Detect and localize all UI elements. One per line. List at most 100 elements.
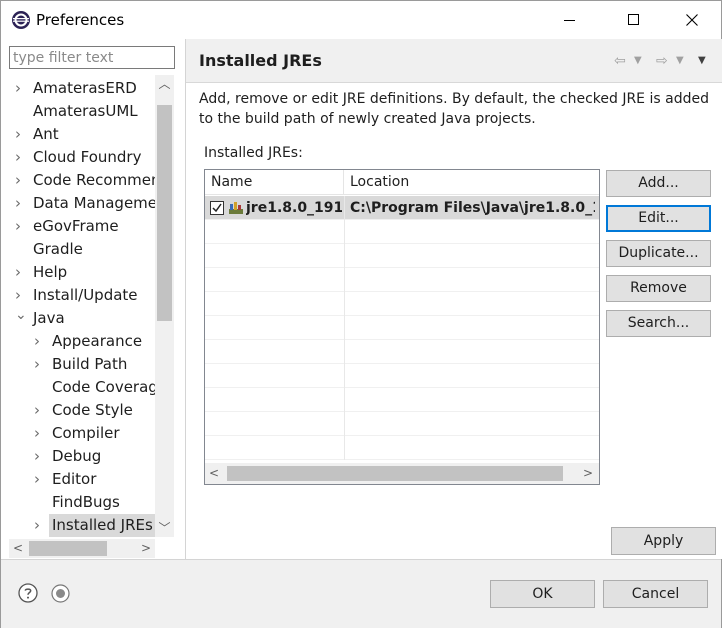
tree-item[interactable]: › AmaterasERD	[9, 77, 155, 100]
tree-item-label: eGovFrame	[33, 217, 119, 235]
column-separator	[344, 220, 345, 244]
tree-item-label: AmaterasERD	[33, 79, 137, 97]
search-button[interactable]: Search...	[606, 310, 711, 337]
tree-horizontal-scrollbar[interactable]: < >	[9, 539, 155, 558]
column-separator	[344, 196, 345, 220]
tree-item[interactable]: AmaterasUML	[9, 100, 155, 123]
table-horizontal-scrollbar[interactable]: < >	[205, 463, 599, 484]
tree-item[interactable]: Gradle	[9, 238, 155, 261]
jre-library-icon	[229, 202, 243, 214]
tree-item-label: AmaterasUML	[33, 102, 138, 120]
installed-jres-page: Installed JREs ⇦ ▼ ⇨ ▼ ▼ Add, remove or …	[186, 39, 722, 559]
table-row[interactable]: jre1.8.0_191 (default) C:\Program Files\…	[205, 196, 599, 220]
scroll-thumb[interactable]	[29, 541, 107, 556]
chevron-right-icon[interactable]: ›	[34, 468, 46, 491]
column-header-location[interactable]: Location	[344, 170, 599, 195]
edit-button[interactable]: Edit...	[606, 205, 711, 232]
chevron-right-icon[interactable]: ›	[15, 284, 27, 307]
tree-item-label: Cloud Foundry	[33, 148, 142, 166]
back-dropdown-icon[interactable]: ▼	[634, 51, 642, 71]
chevron-right-icon[interactable]: ›	[34, 514, 46, 537]
forward-arrow-icon[interactable]: ⇨	[656, 51, 668, 71]
chevron-right-icon[interactable]: ›	[15, 215, 27, 238]
back-arrow-icon[interactable]: ⇦	[614, 51, 626, 71]
preferences-tree-pane: › AmaterasERD AmaterasUML › Ant › Cloud Foundr…	[1, 39, 185, 559]
tree-item[interactable]: Code Coverage	[9, 376, 155, 399]
tree-item[interactable]: › Compiler	[9, 422, 155, 445]
scroll-right-arrow-icon[interactable]: >	[579, 463, 597, 484]
tree-item[interactable]: › Help	[9, 261, 155, 284]
tree-item[interactable]: › Installed JREs	[9, 514, 155, 537]
tree-item[interactable]: › eGovFrame	[9, 215, 155, 238]
tree-item[interactable]: › Build Path	[9, 353, 155, 376]
tree-item[interactable]: › Editor	[9, 468, 155, 491]
chevron-right-icon[interactable]: ›	[15, 261, 27, 284]
tree-item[interactable]: › Ant	[9, 123, 155, 146]
tree-item[interactable]: › Install/Update	[9, 284, 155, 307]
column-separator	[344, 244, 345, 268]
tree-item[interactable]: FindBugs	[9, 491, 155, 514]
jre-name-cell: jre1.8.0_191 (default)	[246, 200, 342, 216]
add-button[interactable]: Add...	[606, 170, 711, 197]
chevron-right-icon[interactable]: ›	[34, 330, 46, 353]
cancel-button[interactable]: Cancel	[603, 580, 708, 608]
tips-icon[interactable]	[51, 584, 70, 603]
tree-item-label: Ant	[33, 125, 59, 143]
apply-button[interactable]: Apply	[611, 527, 716, 555]
chevron-right-icon[interactable]: ›	[34, 445, 46, 468]
tree-item-label: FindBugs	[52, 493, 120, 511]
tree-item[interactable]: › Debug	[9, 445, 155, 468]
history-navigation: ⇦ ▼ ⇨ ▼ ▼	[610, 51, 718, 71]
table-header: Name Location	[205, 170, 599, 195]
tree-item[interactable]: › Code Recommenders	[9, 169, 155, 192]
view-menu-icon[interactable]: ▼	[698, 51, 706, 71]
maximize-icon	[628, 14, 639, 25]
scroll-left-arrow-icon[interactable]: <	[205, 463, 223, 484]
scroll-right-arrow-icon[interactable]: >	[137, 539, 155, 558]
tree-item[interactable]: › Code Style	[9, 399, 155, 422]
chevron-right-icon[interactable]: ›	[34, 399, 46, 422]
minimize-button[interactable]	[547, 1, 593, 39]
maximize-button[interactable]	[611, 1, 657, 39]
duplicate-button[interactable]: Duplicate...	[606, 240, 711, 267]
tree-item[interactable]: › Appearance	[9, 330, 155, 353]
scroll-thumb[interactable]	[227, 466, 563, 481]
default-jre-checkbox[interactable]	[210, 201, 224, 215]
tree-item[interactable]: › Data Management	[9, 192, 155, 215]
tree-item-label: Help	[33, 263, 68, 281]
tree-item-label: Code Recommenders	[33, 171, 155, 189]
forward-dropdown-icon[interactable]: ▼	[676, 51, 684, 71]
table-row-empty	[205, 220, 599, 244]
chevron-right-icon[interactable]: ›	[15, 192, 27, 215]
column-header-name[interactable]: Name	[205, 170, 344, 195]
scroll-up-arrow-icon[interactable]: ︿	[155, 75, 174, 93]
chevron-right-icon[interactable]: ›	[15, 146, 27, 169]
filter-input[interactable]	[9, 46, 175, 69]
table-row-empty	[205, 316, 599, 340]
table-row-empty	[205, 292, 599, 316]
ok-button[interactable]: OK	[490, 580, 595, 608]
scroll-down-arrow-icon[interactable]: ﹀	[155, 519, 174, 537]
chevron-right-icon[interactable]: ›	[15, 123, 27, 146]
tree-vertical-scrollbar[interactable]: ︿ ﹀	[155, 75, 174, 537]
table-row-empty	[205, 364, 599, 388]
chevron-right-icon[interactable]: ›	[15, 169, 27, 192]
close-icon	[686, 14, 698, 26]
column-separator	[344, 436, 345, 460]
column-separator	[344, 388, 345, 412]
close-button[interactable]	[669, 1, 715, 39]
scroll-left-arrow-icon[interactable]: <	[9, 539, 27, 558]
help-icon[interactable]	[18, 583, 38, 603]
chevron-right-icon[interactable]: ›	[34, 353, 46, 376]
tree-item-label: Java	[33, 309, 65, 327]
tree-item[interactable]: ⌄ Java	[9, 307, 155, 330]
tree-item[interactable]: › Cloud Foundry	[9, 146, 155, 169]
table-row-empty	[205, 340, 599, 364]
tree-item-label: Compiler	[52, 424, 120, 442]
column-separator	[344, 268, 345, 292]
chevron-right-icon[interactable]: ›	[15, 77, 27, 100]
chevron-down-icon[interactable]: ⌄	[15, 307, 27, 330]
remove-button[interactable]: Remove	[606, 275, 711, 302]
chevron-right-icon[interactable]: ›	[34, 422, 46, 445]
scroll-thumb[interactable]	[157, 105, 172, 321]
